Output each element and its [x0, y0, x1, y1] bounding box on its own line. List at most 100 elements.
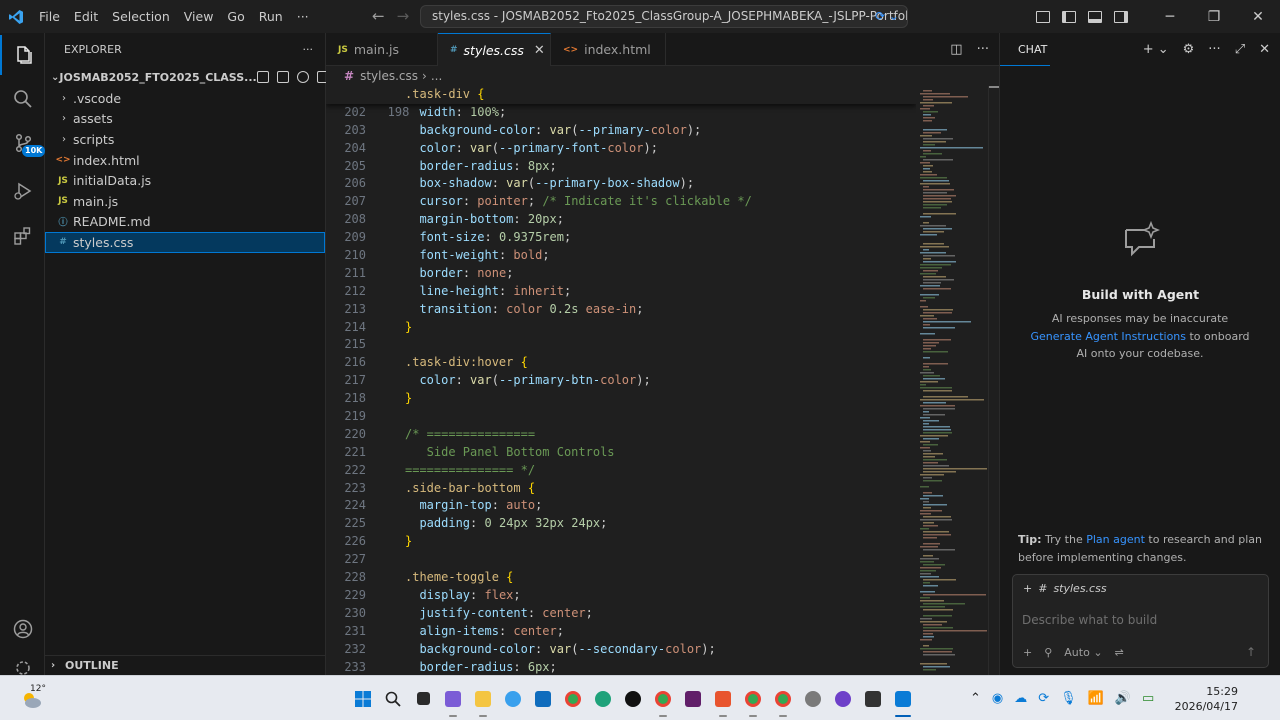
code-line[interactable]: 207 cursor: pointer; /* Indicate it's cl…	[326, 193, 916, 211]
settings-icon[interactable]	[798, 676, 828, 720]
close-window-button[interactable]: ✕	[1236, 0, 1280, 33]
code-line[interactable]: 231 align-items: center;	[326, 623, 916, 641]
context-attachment[interactable]: + # styles.css	[1023, 582, 1107, 595]
code-line[interactable]: 205 border-radius: 8px;	[326, 158, 916, 176]
mode-picker[interactable]: Auto ⌄	[1064, 646, 1102, 659]
breadcrumb-file[interactable]: styles.css	[360, 69, 418, 83]
vscode-taskbar-icon[interactable]	[888, 676, 918, 720]
manage-gear-icon[interactable]	[0, 653, 45, 675]
minimize-button[interactable]: ─	[1148, 0, 1192, 33]
chat-input-box[interactable]: + # styles.css Describe what to build + ⚲ …	[1012, 574, 1269, 668]
code-line[interactable]: 220 /* ===============	[326, 426, 916, 444]
start-button-icon[interactable]	[348, 676, 378, 720]
clock[interactable]: 15:29 2026/04/17	[1175, 684, 1238, 714]
code-line[interactable]: 223 .side-bar-bottom {	[326, 480, 916, 498]
tab-styles-css[interactable]: # styles.css ✕	[438, 33, 551, 66]
code-line[interactable]: 224 margin-top: auto;	[326, 497, 916, 515]
code-line[interactable]: 210 font-weight: bold;	[326, 247, 916, 265]
code-line[interactable]: 202 width: 100%;	[326, 104, 916, 122]
customize-layout-icon[interactable]	[1036, 10, 1050, 23]
menu-file[interactable]: File	[32, 0, 67, 33]
tools-icon[interactable]: ⚲	[1044, 646, 1052, 659]
close-panel-icon[interactable]: ✕	[1259, 42, 1270, 57]
chrome-profile-icon[interactable]	[648, 676, 678, 720]
send-icon[interactable]: ↑	[1246, 645, 1256, 659]
code-line[interactable]: 204 color: var(--primary-font-color);	[326, 140, 916, 158]
code-editor[interactable]: 198 .task-div { 202 width: 100%;203 back…	[326, 86, 916, 675]
tray-app-icon[interactable]: ◉	[992, 691, 1003, 706]
menu-view[interactable]: View	[177, 0, 221, 33]
code-line[interactable]: 209 font-size: 0.9375rem;	[326, 229, 916, 247]
tree-folder-scripts[interactable]: › scripts	[45, 129, 325, 150]
account-icon[interactable]	[0, 609, 45, 649]
file-explorer-icon[interactable]	[468, 676, 498, 720]
close-tab-icon[interactable]: ✕	[534, 43, 545, 58]
task-view-icon[interactable]	[408, 676, 438, 720]
code-line[interactable]: 219	[326, 408, 916, 426]
source-control-icon[interactable]: 10K	[0, 123, 46, 163]
volume-icon[interactable]: 🔊	[1115, 691, 1131, 706]
editor-more-icon[interactable]: ···	[977, 42, 989, 57]
new-file-icon[interactable]	[256, 71, 269, 83]
minimap[interactable]	[918, 86, 988, 675]
search-icon[interactable]	[0, 79, 45, 119]
code-line[interactable]: 212 line-height: inherit;	[326, 283, 916, 301]
code-line[interactable]: 222 =============== */	[326, 462, 916, 480]
code-line[interactable]: 226}	[326, 533, 916, 551]
sticky-scroll-line[interactable]: 198 .task-div {	[326, 86, 916, 119]
toggle-secondary-sidebar-icon[interactable]	[1114, 10, 1128, 23]
code-line[interactable]: 233 border-radius: 6px;	[326, 659, 916, 676]
plan-agent-link[interactable]: Plan agent	[1086, 533, 1145, 546]
toggle-sidebar-icon[interactable]	[1062, 10, 1076, 23]
search-icon[interactable]	[378, 676, 408, 720]
menu-selection[interactable]: Selection	[105, 0, 177, 33]
code-line[interactable]: 230 justify-content: center;	[326, 605, 916, 623]
add-icon[interactable]: +	[1023, 646, 1032, 659]
edge-icon[interactable]	[588, 676, 618, 720]
maximize-button[interactable]: ❐	[1192, 0, 1236, 33]
new-folder-icon[interactable]	[276, 71, 289, 83]
code-line[interactable]: 203 background-color: var(--primary-colo…	[326, 122, 916, 140]
code-line[interactable]: 214}	[326, 319, 916, 337]
tab-index-html[interactable]: <> index.html	[551, 33, 666, 66]
explorer-icon[interactable]	[0, 35, 45, 75]
menu-more[interactable]: ···	[290, 0, 316, 33]
code-line[interactable]: 211 border: none;	[326, 265, 916, 283]
run-debug-icon[interactable]	[0, 171, 45, 211]
chat-more-icon[interactable]: ···	[1208, 42, 1220, 57]
code-line[interactable]: 213 transition: color 0.2s ease-in;	[326, 301, 916, 319]
add-context-icon[interactable]: +	[1023, 582, 1032, 595]
toggle-panel-icon[interactable]	[1088, 10, 1102, 23]
sync-icon[interactable]: ⟳	[1038, 691, 1049, 706]
tiktok-icon[interactable]	[618, 676, 648, 720]
tree-folder-vscode[interactable]: › .vscode	[45, 88, 325, 109]
slack-icon[interactable]	[678, 676, 708, 720]
maximize-panel-icon[interactable]: ⤢	[1235, 42, 1245, 57]
tray-chevron-up-icon[interactable]: ⌃	[970, 691, 981, 706]
chrome-icon[interactable]	[558, 676, 588, 720]
chrome-profile-2-icon[interactable]	[738, 676, 768, 720]
code-line[interactable]: 232 background-color: var(--secondary-co…	[326, 641, 916, 659]
back-arrow-icon[interactable]: ←	[372, 7, 385, 25]
code-line[interactable]: 227	[326, 551, 916, 569]
copilot-app-icon[interactable]	[498, 676, 528, 720]
generate-instructions-link[interactable]: Generate Agent Instructions	[1030, 330, 1186, 343]
settings-gear-icon[interactable]: ⚙	[1183, 42, 1195, 57]
code-line[interactable]: 216 .task-div:hover {	[326, 354, 916, 372]
code-line[interactable]: 208 margin-bottom: 20px;	[326, 211, 916, 229]
code-line[interactable]: 206 box-shadow: var(--primary-box-shadow…	[326, 175, 916, 193]
tree-file-index-html[interactable]: <> index.html	[45, 150, 325, 171]
copilot-icon[interactable]: ⟳ ⌄	[875, 6, 899, 27]
code-line[interactable]: 218}	[326, 390, 916, 408]
refresh-icon[interactable]	[296, 71, 309, 83]
github-icon[interactable]	[828, 676, 858, 720]
menu-edit[interactable]: Edit	[67, 0, 105, 33]
code-line[interactable]: 221 Side Panel Bottom Controls	[326, 444, 916, 462]
tree-file-styles-css[interactable]: # styles.css	[45, 232, 325, 253]
split-editor-icon[interactable]: ◫	[950, 42, 962, 57]
menu-go[interactable]: Go	[220, 0, 251, 33]
breadcrumb-more[interactable]: ...	[431, 69, 442, 83]
microphone-icon[interactable]: 🎙	[1060, 691, 1077, 706]
menu-run[interactable]: Run	[252, 0, 290, 33]
outlook-icon[interactable]	[528, 676, 558, 720]
